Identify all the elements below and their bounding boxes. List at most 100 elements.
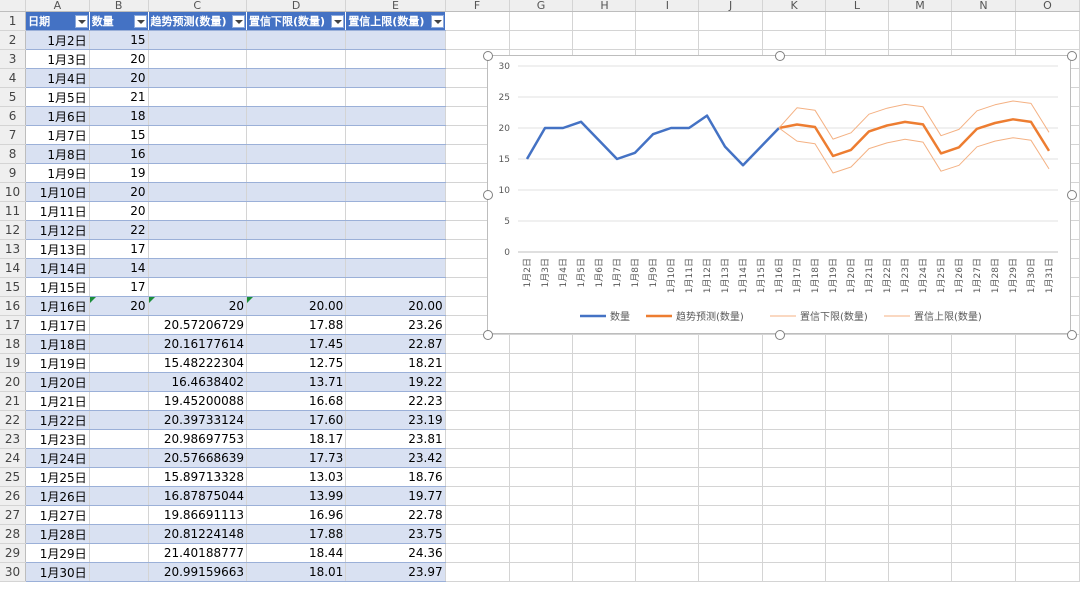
- row-number[interactable]: 15: [0, 277, 27, 297]
- empty-cell[interactable]: [888, 334, 952, 354]
- column-header-m[interactable]: M: [888, 0, 952, 12]
- empty-cell[interactable]: [635, 334, 700, 354]
- table-cell[interactable]: [345, 68, 446, 88]
- table-cell[interactable]: [148, 277, 247, 297]
- table-cell[interactable]: 1月9日: [25, 163, 90, 183]
- table-cell[interactable]: [345, 277, 446, 297]
- empty-cell[interactable]: [762, 410, 827, 430]
- table-cell[interactable]: 17.45: [246, 334, 347, 354]
- empty-cell[interactable]: [509, 11, 574, 31]
- empty-cell[interactable]: [951, 30, 1016, 50]
- table-cell[interactable]: [246, 239, 347, 259]
- empty-cell[interactable]: [1015, 391, 1080, 411]
- empty-cell[interactable]: [509, 30, 574, 50]
- table-cell[interactable]: [345, 163, 446, 183]
- empty-cell[interactable]: [509, 448, 574, 468]
- table-cell[interactable]: [89, 505, 149, 525]
- table-cell[interactable]: 19.86691113: [148, 505, 247, 525]
- empty-cell[interactable]: [445, 334, 510, 354]
- empty-cell[interactable]: [825, 410, 889, 430]
- empty-cell[interactable]: [1015, 524, 1080, 544]
- empty-cell[interactable]: [509, 562, 574, 582]
- table-cell[interactable]: 1月11日: [25, 201, 90, 221]
- empty-cell[interactable]: [445, 429, 510, 449]
- table-cell[interactable]: 21: [89, 87, 149, 107]
- table-cell[interactable]: 20.99159663: [148, 562, 247, 582]
- table-cell[interactable]: [148, 144, 247, 164]
- empty-cell[interactable]: [572, 562, 637, 582]
- empty-cell[interactable]: [825, 353, 889, 373]
- table-cell[interactable]: [345, 87, 446, 107]
- empty-cell[interactable]: [951, 11, 1016, 31]
- row-number[interactable]: 1: [0, 11, 27, 31]
- empty-cell[interactable]: [635, 448, 700, 468]
- row-number[interactable]: 3: [0, 49, 27, 69]
- empty-cell[interactable]: [698, 334, 764, 354]
- empty-cell[interactable]: [509, 486, 574, 506]
- empty-cell[interactable]: [572, 543, 637, 563]
- empty-cell[interactable]: [762, 524, 827, 544]
- table-cell[interactable]: [345, 125, 446, 145]
- table-cell[interactable]: 13.03: [246, 467, 347, 487]
- table-cell[interactable]: [89, 372, 149, 392]
- table-cell[interactable]: 1月10日: [25, 182, 90, 202]
- table-cell[interactable]: [246, 144, 347, 164]
- empty-cell[interactable]: [698, 486, 764, 506]
- table-cell[interactable]: [148, 106, 247, 126]
- table-cell[interactable]: 12.75: [246, 353, 347, 373]
- table-cell[interactable]: [89, 315, 149, 335]
- table-cell[interactable]: [345, 201, 446, 221]
- table-cell[interactable]: 15: [89, 125, 149, 145]
- empty-cell[interactable]: [572, 524, 637, 544]
- table-cell[interactable]: [89, 448, 149, 468]
- empty-cell[interactable]: [445, 486, 510, 506]
- empty-cell[interactable]: [635, 467, 700, 487]
- empty-cell[interactable]: [951, 524, 1016, 544]
- table-cell[interactable]: 15.48222304: [148, 353, 247, 373]
- row-number[interactable]: 4: [0, 68, 27, 88]
- table-cell[interactable]: 23.81: [345, 429, 446, 449]
- table-cell[interactable]: 1月2日: [25, 30, 90, 50]
- empty-cell[interactable]: [635, 353, 700, 373]
- empty-cell[interactable]: [1015, 30, 1080, 50]
- table-cell[interactable]: 20.16177614: [148, 334, 247, 354]
- row-number[interactable]: 20: [0, 372, 27, 392]
- column-header-c[interactable]: C: [148, 0, 247, 12]
- table-cell[interactable]: 1月16日: [25, 296, 90, 316]
- empty-cell[interactable]: [1015, 467, 1080, 487]
- empty-cell[interactable]: [445, 505, 510, 525]
- table-cell[interactable]: [89, 467, 149, 487]
- empty-cell[interactable]: [888, 505, 952, 525]
- empty-cell[interactable]: [572, 429, 637, 449]
- table-cell[interactable]: 18.44: [246, 543, 347, 563]
- table-cell[interactable]: 1月14日: [25, 258, 90, 278]
- table-cell[interactable]: [345, 30, 446, 50]
- table-cell[interactable]: 14: [89, 258, 149, 278]
- table-cell[interactable]: 1月22日: [25, 410, 90, 430]
- empty-cell[interactable]: [762, 334, 827, 354]
- empty-cell[interactable]: [951, 562, 1016, 582]
- table-cell[interactable]: 20: [89, 182, 149, 202]
- column-header-n[interactable]: N: [951, 0, 1016, 12]
- table-cell[interactable]: 20.00: [246, 296, 347, 316]
- empty-cell[interactable]: [762, 30, 827, 50]
- empty-cell[interactable]: [951, 467, 1016, 487]
- column-header-e[interactable]: E: [345, 0, 446, 12]
- empty-cell[interactable]: [509, 391, 574, 411]
- column-header-k[interactable]: K: [762, 0, 827, 12]
- empty-cell[interactable]: [509, 543, 574, 563]
- filter-dropdown-button[interactable]: [430, 15, 444, 28]
- empty-cell[interactable]: [509, 353, 574, 373]
- table-cell[interactable]: [148, 49, 247, 69]
- table-cell[interactable]: 21.40188777: [148, 543, 247, 563]
- empty-cell[interactable]: [509, 524, 574, 544]
- filter-dropdown-button[interactable]: [232, 15, 245, 28]
- table-cell[interactable]: [345, 258, 446, 278]
- select-all-corner[interactable]: [0, 0, 27, 12]
- empty-cell[interactable]: [888, 429, 952, 449]
- table-cell[interactable]: 20: [148, 296, 247, 316]
- table-cell[interactable]: 20.39733124: [148, 410, 247, 430]
- table-cell[interactable]: 20: [89, 49, 149, 69]
- chart-resize-handle[interactable]: [775, 330, 785, 340]
- empty-cell[interactable]: [635, 372, 700, 392]
